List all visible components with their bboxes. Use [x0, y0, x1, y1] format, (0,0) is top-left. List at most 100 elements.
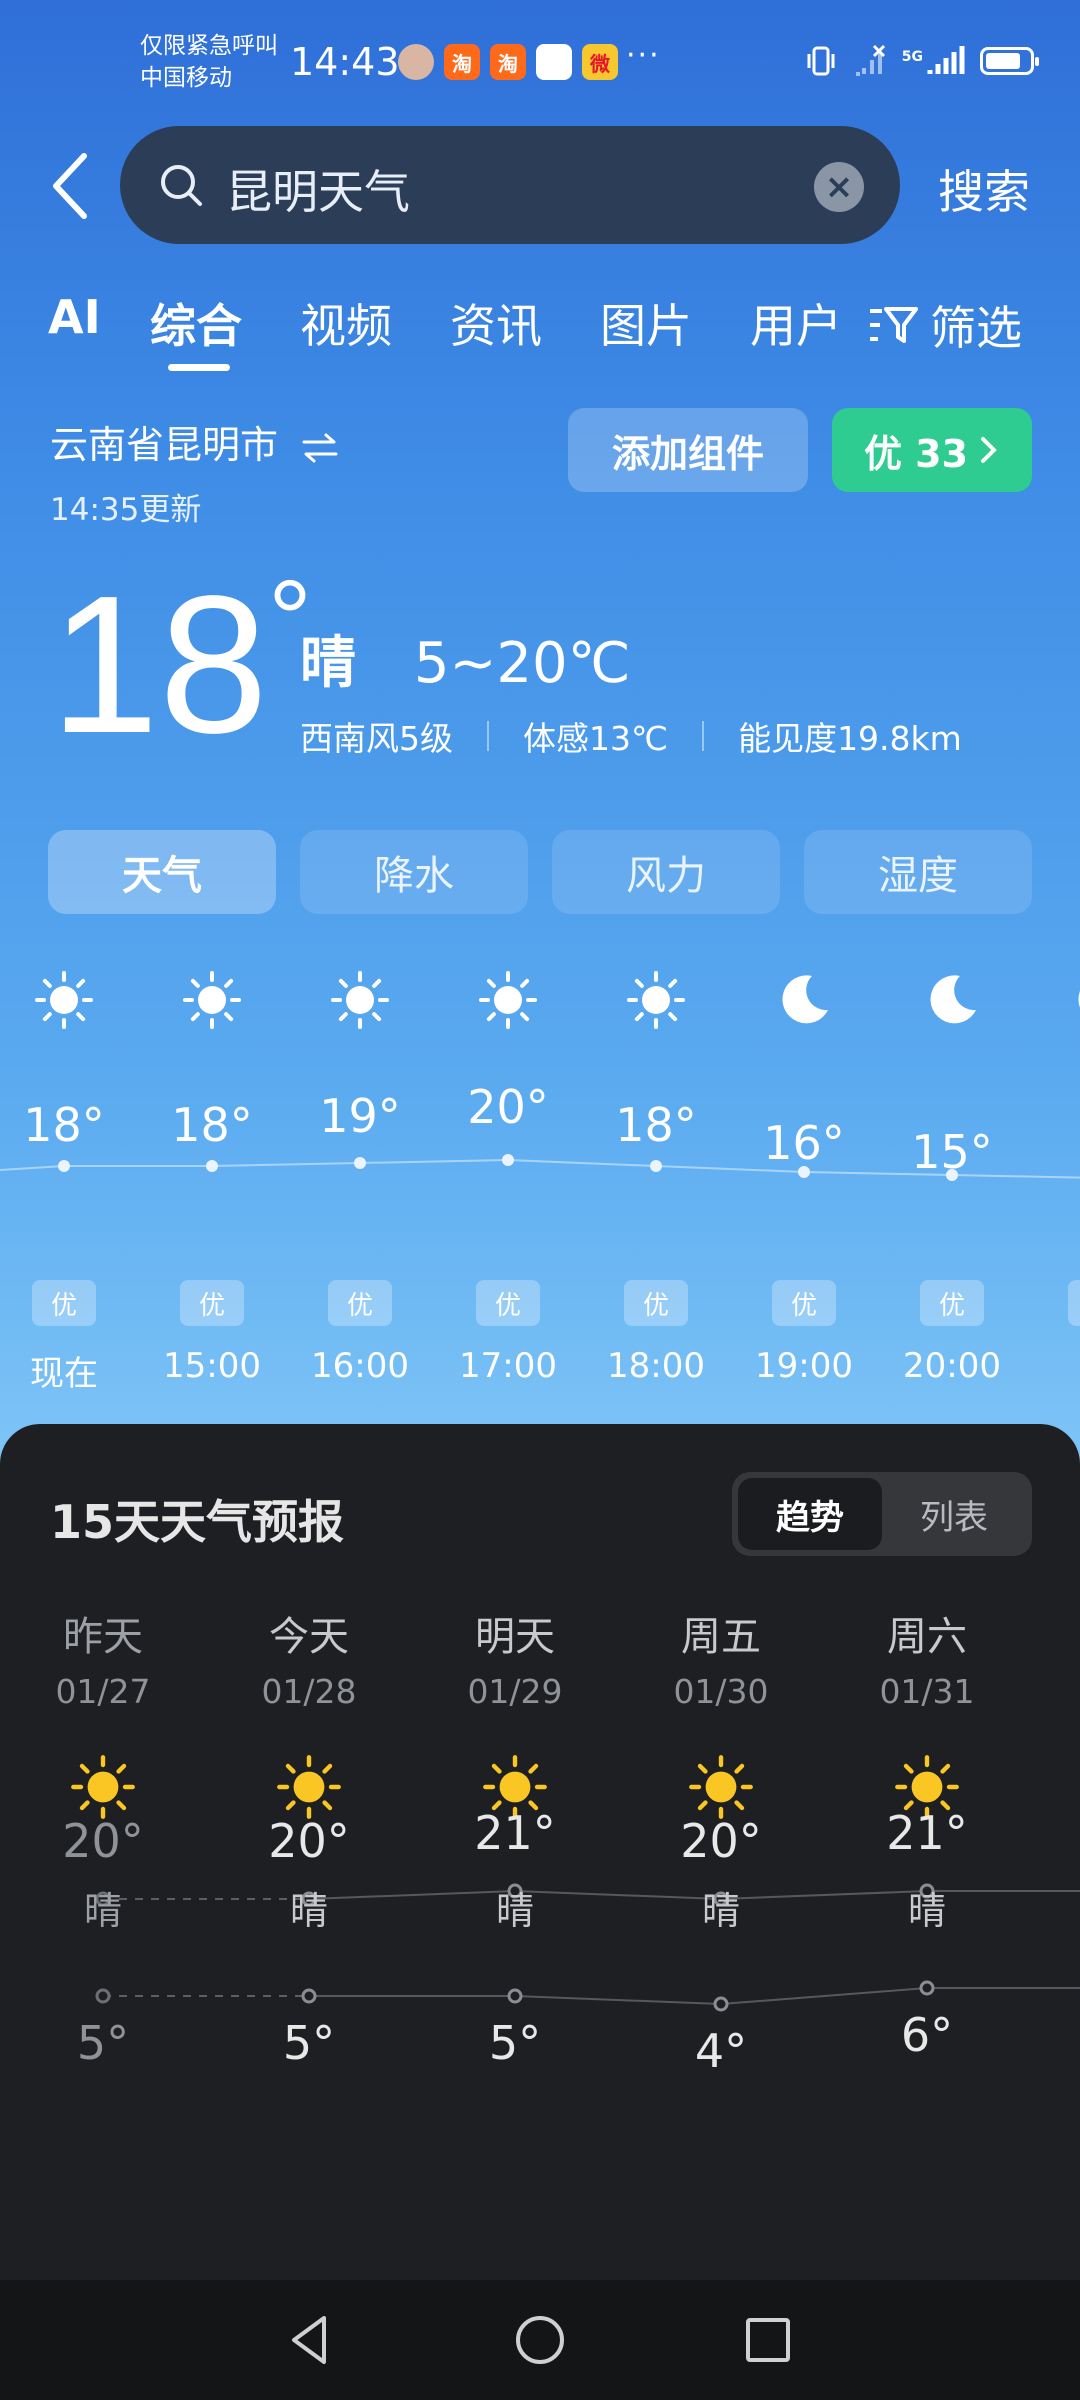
hour-aqi-badge: 优	[180, 1280, 244, 1326]
close-icon: ×	[824, 167, 854, 207]
segment-humidity[interactable]: 湿度	[804, 830, 1032, 914]
avatar-app-icon	[398, 44, 434, 80]
hour-temp: 20°	[467, 1080, 549, 1134]
day-low-temp: 5°	[76, 2016, 130, 2070]
visibility: 能见度19.8km	[738, 719, 962, 758]
hour-item: 16° 优 19:00	[730, 950, 878, 1390]
day-date: 01/29	[467, 1672, 563, 1711]
weather-details: 西南风5级 体感13℃ 能见度19.8km	[300, 712, 962, 760]
day-date: 01/31	[879, 1672, 975, 1711]
day-low-temp: 6°	[900, 2008, 954, 2062]
moon-icon	[782, 975, 828, 1024]
day-item[interactable]: 昨天 01/27 晴 20° 5°	[0, 1424, 206, 2280]
search-input[interactable]: 昆明天气 ×	[120, 126, 900, 244]
mini-program-app-icon	[536, 44, 572, 80]
hour-temp: 18°	[615, 1098, 697, 1152]
sun-icon	[331, 971, 389, 1029]
day-date: 01/28	[261, 1672, 357, 1711]
day-condition: 晴	[495, 1889, 534, 1933]
day-item[interactable]: 周六 01/31 晴 21° 6°	[824, 1424, 1030, 2280]
filter-button[interactable]: 筛选	[868, 292, 1022, 358]
battery-icon	[980, 47, 1039, 75]
filter-icon	[870, 307, 918, 343]
search-button[interactable]: 搜索	[938, 156, 1030, 222]
aqi-button[interactable]: 优 33	[832, 408, 1032, 492]
sun-icon	[689, 1755, 753, 1819]
back-button[interactable]	[44, 150, 104, 222]
hour-temp: 15°	[911, 1125, 993, 1179]
active-tab-indicator	[168, 364, 230, 371]
day-name: 周六	[887, 1614, 967, 1660]
system-indicators: 5G	[804, 44, 1039, 78]
tab-images[interactable]: 图片	[600, 290, 692, 356]
aqi-label: 优 33	[863, 431, 969, 476]
location-selector[interactable]: 云南省昆明市	[50, 414, 340, 469]
hour-temp: 19°	[319, 1089, 401, 1143]
segment-precipitation[interactable]: 降水	[300, 830, 528, 914]
sun-icon	[183, 971, 241, 1029]
location-name: 云南省昆明市	[50, 423, 279, 467]
hour-aqi-badge: 优	[772, 1280, 836, 1326]
hour-time: 21	[1026, 1346, 1080, 1386]
day-item[interactable]: 今天 01/28 晴 20° 5°	[206, 1424, 412, 2280]
add-widget-button[interactable]: 添加组件	[568, 408, 808, 492]
hour-aqi-badge: 优	[920, 1280, 984, 1326]
current-temperature: 18°	[50, 560, 312, 770]
vibrate-icon	[807, 46, 835, 76]
segment-weather[interactable]: 天气	[48, 830, 276, 914]
tab-users[interactable]: 用户	[750, 290, 842, 356]
hour-item: 18° 优 15:00	[138, 950, 286, 1390]
wind-info: 西南风5级	[300, 719, 453, 758]
nav-back-button[interactable]	[280, 2310, 340, 2370]
tab-ai[interactable]: AI	[48, 290, 101, 344]
tab-video[interactable]: 视频	[300, 290, 392, 356]
divider	[702, 721, 705, 751]
hour-time: 18:00	[607, 1346, 705, 1386]
day-item[interactable]: 周五 01/30 晴 20° 4°	[618, 1424, 824, 2280]
hourly-forecast[interactable]: 18° 优现在 18° 优 15:00 19° 优 16:00 20° 优 17:00 18° 优 18:…	[0, 950, 1080, 1390]
clear-search-button[interactable]: ×	[814, 162, 864, 212]
sun-icon	[627, 971, 685, 1029]
more-notifications-icon: ···	[626, 38, 661, 73]
day-low-temp: 5°	[488, 2016, 542, 2070]
forecast-panel: 15天天气预报 趋势 列表 昨天 01/27 晴 20° 5° 今天 01/28 晴 20° 5°…	[0, 1424, 1080, 2280]
moon-icon	[930, 975, 976, 1024]
segment-wind[interactable]: 风力	[552, 830, 780, 914]
weibo-app-icon: 微	[582, 44, 618, 80]
condition-text: 晴	[300, 631, 356, 696]
hour-temp: 18°	[171, 1098, 253, 1152]
hour-aqi-badge: 优	[1068, 1280, 1080, 1326]
day-date: 01/27	[55, 1672, 151, 1711]
tab-all[interactable]: 综合	[150, 290, 242, 356]
day-condition: 晴	[289, 1889, 328, 1933]
switch-location-icon	[302, 433, 338, 462]
chevron-right-icon	[981, 437, 997, 463]
hour-time: 16:00	[311, 1346, 409, 1386]
hour-item: 19° 优 16:00	[286, 950, 434, 1390]
sun-icon	[35, 971, 93, 1029]
sun-icon	[71, 1755, 135, 1819]
day-high-temp: 21°	[886, 1806, 968, 1860]
tab-news[interactable]: 资讯	[450, 290, 542, 356]
taobao-app-icon: 淘	[444, 44, 480, 80]
no-signal-icon	[855, 44, 885, 76]
nav-recents-button[interactable]	[738, 2310, 798, 2370]
temp-range: 5~20℃	[413, 631, 631, 696]
filter-label: 筛选	[930, 301, 1022, 355]
search-icon	[161, 165, 202, 206]
search-query[interactable]: 昆明天气	[226, 156, 410, 222]
update-time: 14:35更新	[50, 492, 202, 528]
sun-icon	[277, 1755, 341, 1819]
day-item[interactable]: 明天 01/29 晴 21° 5°	[412, 1424, 618, 2280]
nav-home-button[interactable]	[510, 2310, 570, 2370]
day-high-temp: 20°	[268, 1814, 350, 1868]
carrier-info: 仅限紧急呼叫 中国移动	[140, 30, 278, 94]
day-low-temp: 5°	[282, 2016, 336, 2070]
hour-aqi-badge: 优	[476, 1280, 540, 1326]
hour-temp: 16°	[763, 1116, 845, 1170]
current-temp-value: 18	[50, 555, 269, 774]
notification-icons: 淘淘 微	[398, 44, 618, 80]
day-name: 周五	[681, 1614, 761, 1660]
hour-item: 15° 优 20:00	[878, 950, 1026, 1390]
hour-aqi-badge: 优	[328, 1280, 392, 1326]
